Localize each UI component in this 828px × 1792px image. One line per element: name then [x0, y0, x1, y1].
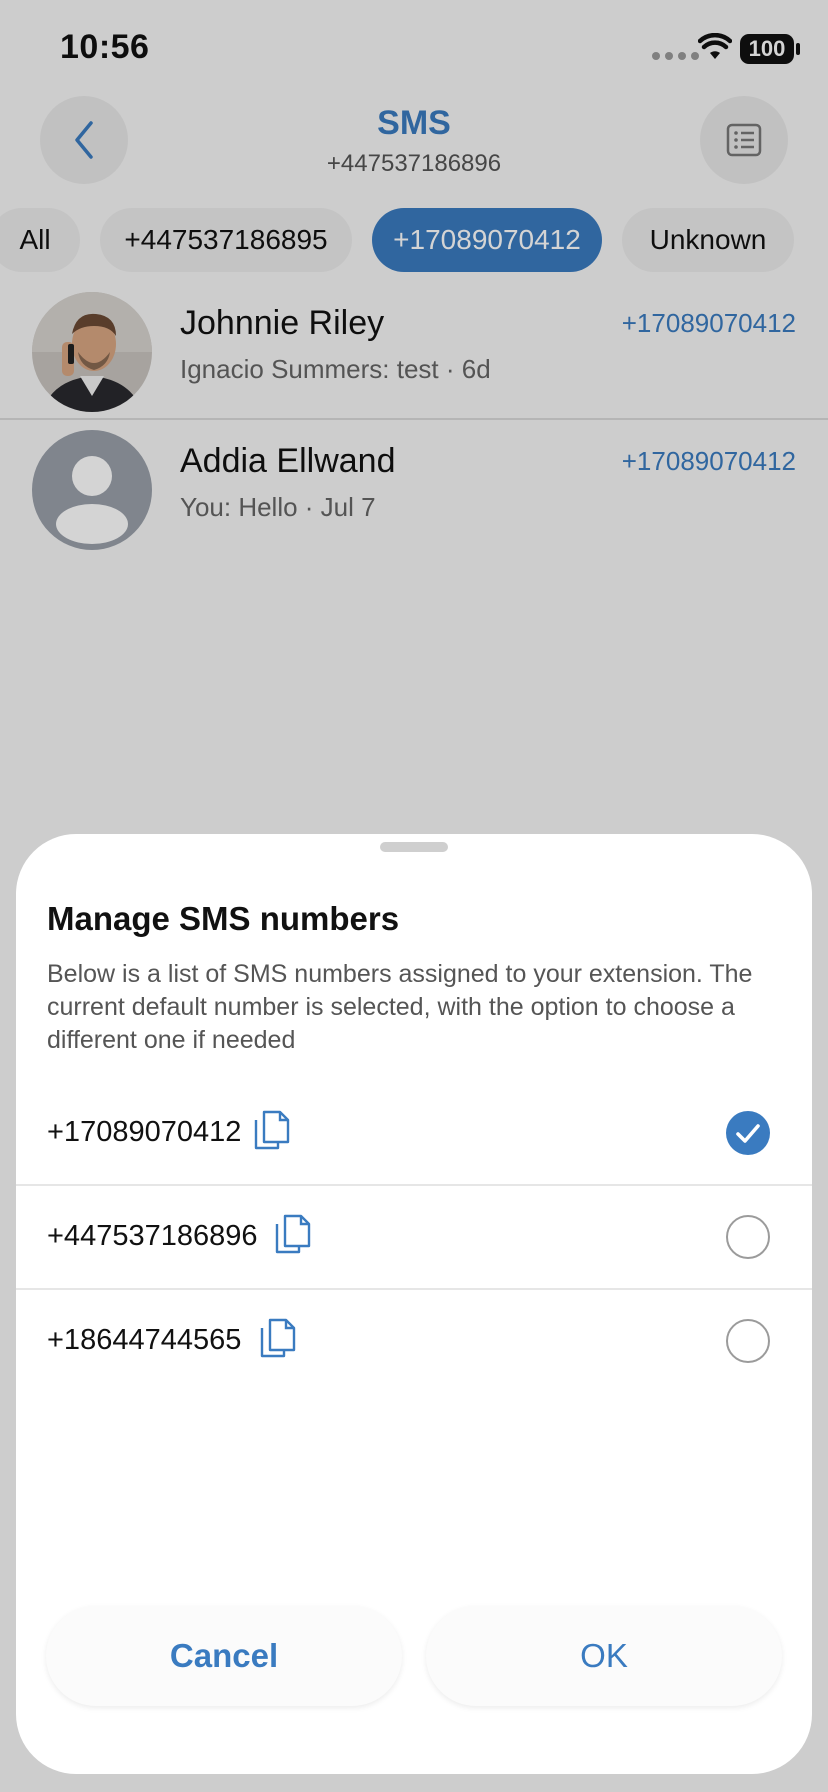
sms-number-option[interactable]: +447537186896 — [16, 1186, 812, 1290]
sms-number-label: +447537186896 — [47, 1220, 258, 1252]
copy-icon[interactable] — [273, 1214, 313, 1254]
sheet-grabber[interactable] — [380, 842, 448, 852]
manage-sms-numbers-sheet: Manage SMS numbers Below is a list of SM… — [16, 834, 812, 1774]
sheet-description: Below is a list of SMS numbers assigned … — [47, 960, 753, 1054]
copy-icon[interactable] — [258, 1318, 298, 1358]
sms-number-label: +18644744565 — [47, 1324, 242, 1356]
sms-number-option[interactable]: +18644744565 — [16, 1290, 812, 1394]
unselected-radio[interactable] — [726, 1215, 770, 1259]
sms-number-label: +17089070412 — [47, 1116, 242, 1148]
cancel-button[interactable]: Cancel — [46, 1606, 402, 1706]
selected-radio[interactable] — [726, 1111, 770, 1155]
sheet-title: Manage SMS numbers — [47, 900, 400, 937]
ok-button[interactable]: OK — [426, 1606, 782, 1706]
checkmark-icon — [736, 1124, 760, 1143]
sms-number-option[interactable]: +17089070412 — [16, 1082, 812, 1186]
unselected-radio[interactable] — [726, 1319, 770, 1363]
copy-icon[interactable] — [252, 1110, 292, 1150]
